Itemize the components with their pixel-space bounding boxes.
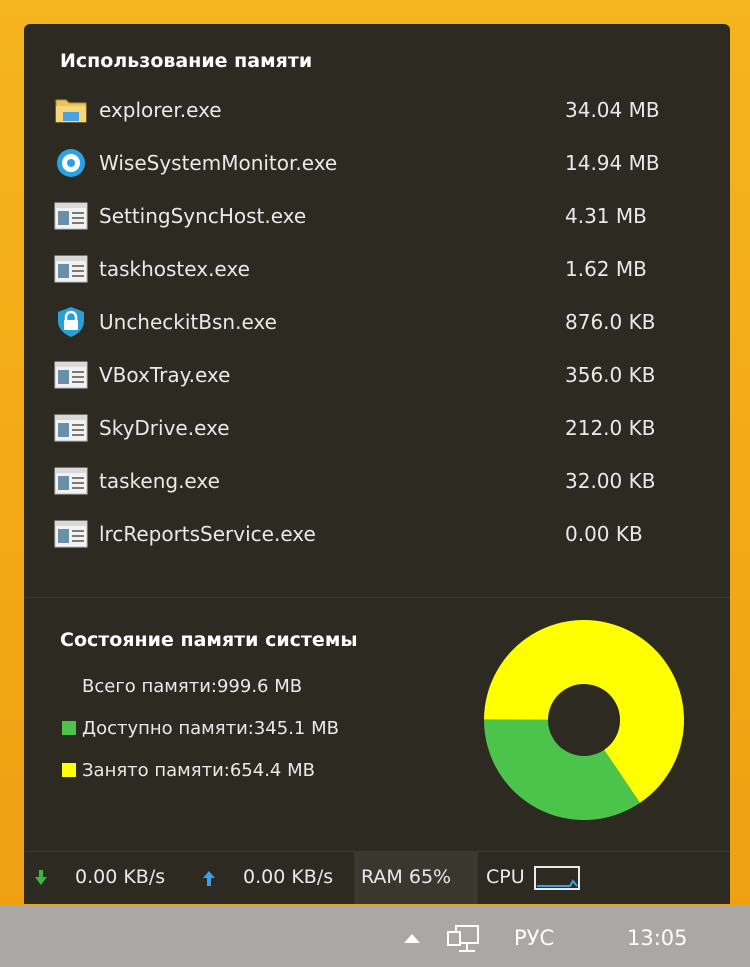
process-name: explorer.exe xyxy=(99,98,222,122)
process-name: WiseSystemMonitor.exe xyxy=(99,151,338,175)
network-icon[interactable] xyxy=(447,925,481,953)
app-window-icon xyxy=(54,253,88,285)
app-window-icon xyxy=(54,200,88,232)
total-memory-label: Всего памяти:999.6 MB xyxy=(82,676,303,697)
process-name: VBoxTray.exe xyxy=(99,363,231,387)
available-memory-label: Доступно памяти:345.1 MB xyxy=(82,718,339,739)
process-memory-size: 4.31 MB xyxy=(565,204,647,228)
wise-monitor-icon xyxy=(54,147,88,179)
section-divider xyxy=(24,597,730,598)
app-window-icon xyxy=(54,412,88,444)
shield-lock-icon xyxy=(54,306,88,338)
cpu-label[interactable]: CPU xyxy=(486,866,525,888)
download-speed: 0.00 KB/s xyxy=(75,866,166,888)
process-row[interactable]: taskhostex.exe 1.62 MB xyxy=(54,249,694,289)
process-row[interactable]: UncheckitBsn.exe 876.0 KB xyxy=(54,302,694,342)
ram-usage-label: RAM 65% xyxy=(361,866,452,888)
process-memory-size: 212.0 KB xyxy=(565,416,656,440)
cpu-graph-icon[interactable] xyxy=(534,866,580,890)
app-window-icon xyxy=(54,518,88,550)
memory-monitor-panel: Использование памяти explorer.exe 34.04 M… xyxy=(24,24,730,904)
used-legend-swatch xyxy=(62,763,76,777)
show-hidden-icons-icon[interactable] xyxy=(404,933,420,943)
process-memory-size: 14.94 MB xyxy=(565,151,660,175)
process-row[interactable]: VBoxTray.exe 356.0 KB xyxy=(54,355,694,395)
process-memory-size: 34.04 MB xyxy=(565,98,660,122)
memory-usage-title: Использование памяти xyxy=(60,50,313,72)
language-indicator[interactable]: РУС xyxy=(514,926,554,950)
process-row[interactable]: WiseSystemMonitor.exe 14.94 MB xyxy=(54,143,694,183)
available-memory-slice xyxy=(484,719,640,820)
app-window-icon xyxy=(54,359,88,391)
status-bar: 0.00 KB/s 0.00 KB/s RAM 65% CPU xyxy=(24,851,730,904)
process-memory-size: 876.0 KB xyxy=(565,310,656,334)
used-memory-label: Занято памяти:654.4 MB xyxy=(82,760,315,781)
process-row[interactable]: SettingSyncHost.exe 4.31 MB xyxy=(54,196,694,236)
app-window-icon xyxy=(54,465,88,497)
process-row[interactable]: SkyDrive.exe 212.0 KB xyxy=(54,408,694,448)
process-row[interactable]: explorer.exe 34.04 MB xyxy=(54,90,694,130)
folder-icon xyxy=(54,94,88,126)
clock[interactable]: 13:05 xyxy=(627,926,688,950)
process-name: UncheckitBsn.exe xyxy=(99,310,277,334)
process-memory-size: 356.0 KB xyxy=(565,363,656,387)
upload-speed: 0.00 KB/s xyxy=(243,866,334,888)
ram-usage-tab[interactable]: RAM 65% xyxy=(354,852,478,904)
process-memory-size: 32.00 KB xyxy=(565,469,656,493)
memory-donut-chart xyxy=(484,620,684,820)
process-name: SkyDrive.exe xyxy=(99,416,230,440)
process-row[interactable]: lrcReportsService.exe 0.00 KB xyxy=(54,514,694,554)
process-name: lrcReportsService.exe xyxy=(99,522,316,546)
system-memory-title: Состояние памяти системы xyxy=(60,629,358,651)
process-memory-size: 0.00 KB xyxy=(565,522,643,546)
available-legend-swatch xyxy=(62,721,76,735)
process-name: taskhostex.exe xyxy=(99,257,250,281)
upload-arrow-icon xyxy=(203,871,215,886)
process-memory-size: 1.62 MB xyxy=(565,257,647,281)
process-name: SettingSyncHost.exe xyxy=(99,204,307,228)
process-name: taskeng.exe xyxy=(99,469,220,493)
process-row[interactable]: taskeng.exe 32.00 KB xyxy=(54,461,694,501)
download-arrow-icon xyxy=(35,870,47,885)
windows-taskbar: РУС 13:05 xyxy=(0,905,750,967)
